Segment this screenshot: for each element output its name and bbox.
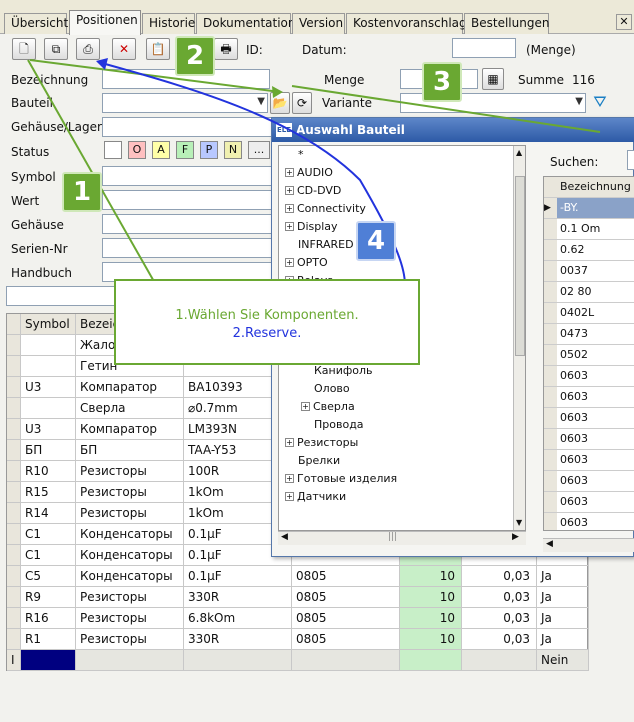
step-badge-1: 1 (62, 172, 102, 212)
step-badge-4: 4 (356, 221, 396, 261)
step-badge-2: 2 (175, 36, 215, 76)
green-arrowhead-1 (272, 86, 283, 98)
instruction-note: 1.Wählen Sie Komponenten. 2.Reserve. (114, 279, 420, 365)
note-line-2: 2.Reserve. (232, 326, 302, 341)
green-pointer-line-2 (29, 59, 281, 93)
note-line-1: 1.Wählen Sie Komponenten. (175, 308, 359, 323)
step-badge-3: 3 (422, 62, 462, 102)
